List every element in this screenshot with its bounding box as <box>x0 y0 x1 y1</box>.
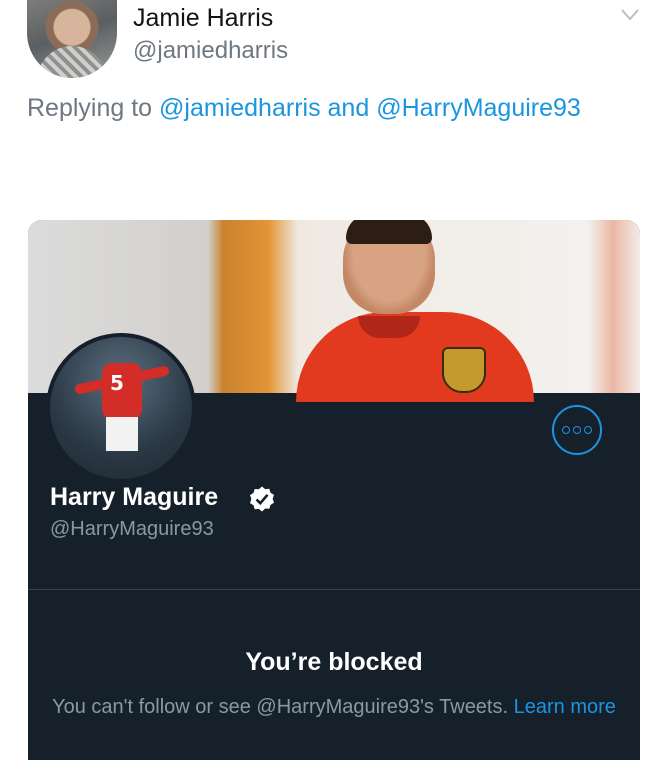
reply-conjunction[interactable]: and <box>328 94 370 122</box>
verified-badge-icon <box>250 486 274 512</box>
blocked-title: You’re blocked <box>245 648 423 676</box>
replying-prefix: Replying to <box>27 94 153 122</box>
profile-card[interactable]: 5 Harry Maguire @HarryMaguire93 You’re b… <box>28 220 640 760</box>
author-handle[interactable]: @jamiedharris <box>133 37 288 65</box>
avatar-player-shorts <box>106 417 138 451</box>
club-crest <box>442 347 486 393</box>
more-options-icon <box>562 426 570 434</box>
reply-mention-link[interactable]: @HarryMaguire93 <box>376 94 581 122</box>
avatar-shirt <box>37 46 107 78</box>
shirt-number: 5 <box>110 371 124 395</box>
profile-avatar[interactable]: 5 <box>46 333 196 483</box>
author-name[interactable]: Jamie Harris <box>133 4 273 33</box>
blocked-message: You can't follow or see @HarryMaguire93'… <box>46 694 622 721</box>
profile-name[interactable]: Harry Maguire <box>50 483 218 512</box>
learn-more-link[interactable]: Learn more <box>514 696 616 718</box>
more-options-icon <box>584 426 592 434</box>
more-options-button[interactable] <box>552 405 602 455</box>
card-divider <box>28 589 640 590</box>
banner-player-hair <box>346 220 432 244</box>
replying-to-line: Replying to @jamiedharris and @HarryMagu… <box>27 94 581 123</box>
reply-mention-link[interactable]: @jamiedharris <box>159 94 321 122</box>
more-options-icon <box>573 426 581 434</box>
blocked-message-text: You can't follow or see @HarryMaguire93'… <box>52 696 509 718</box>
author-avatar[interactable] <box>27 0 117 78</box>
profile-handle: @HarryMaguire93 <box>50 518 214 540</box>
chevron-down-icon[interactable] <box>620 8 640 22</box>
